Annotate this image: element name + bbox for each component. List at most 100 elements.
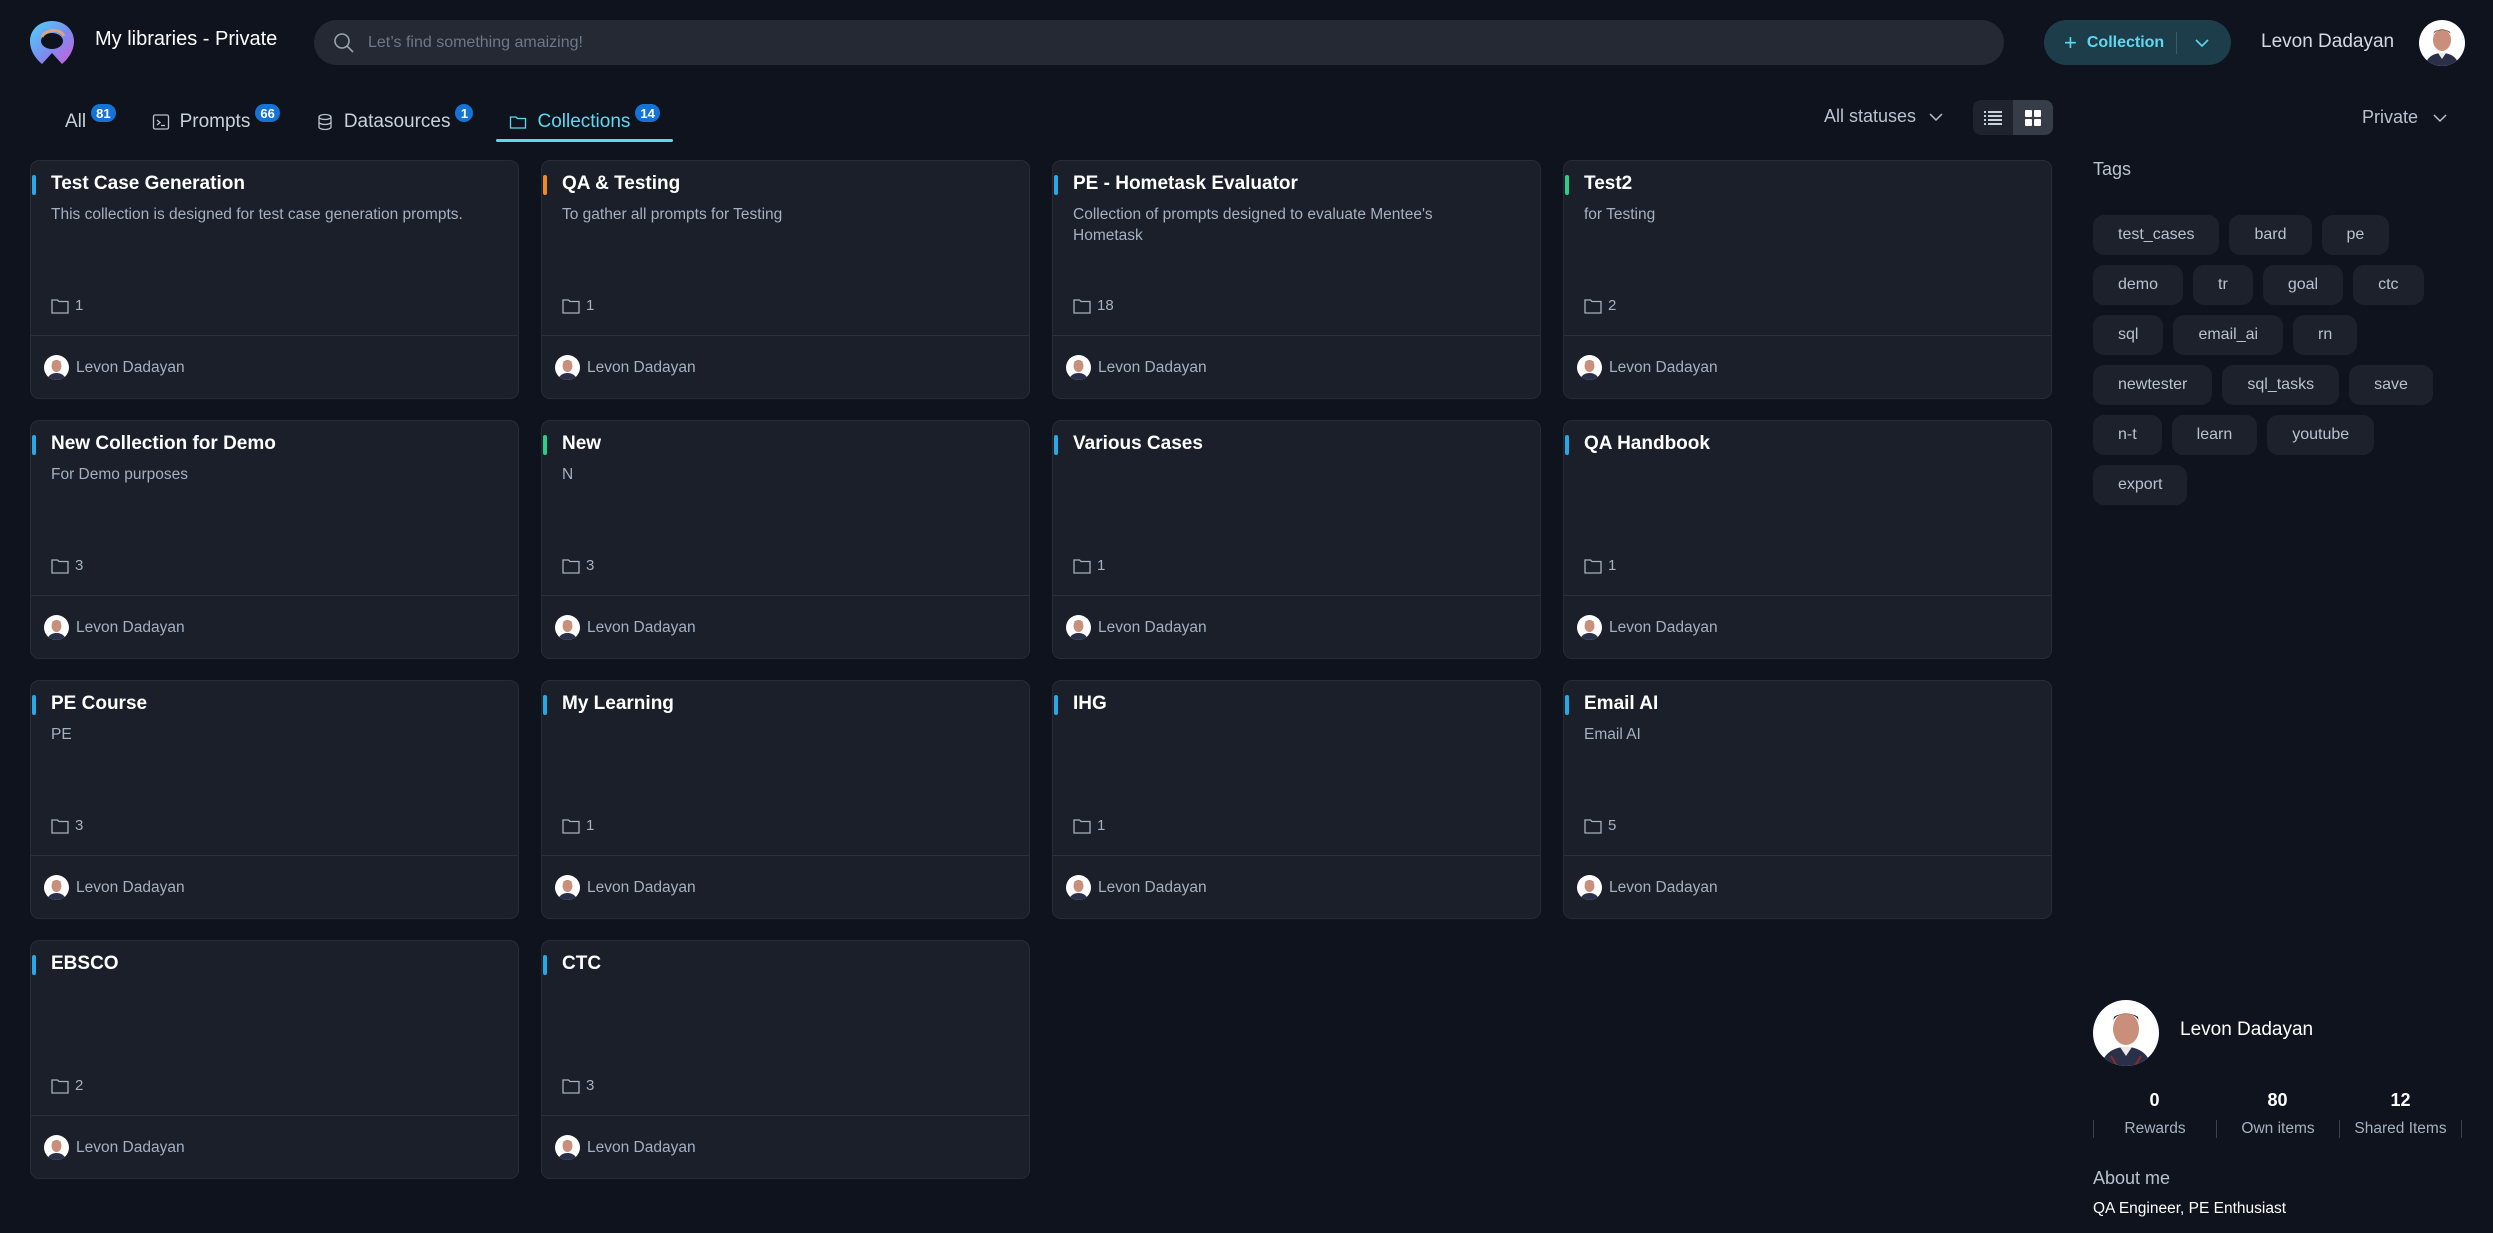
plus-icon: +: [2064, 29, 2077, 55]
collection-card[interactable]: IHG 1 Levon Dadayan: [1052, 680, 1541, 919]
count-value: 5: [1608, 817, 1617, 834]
collection-card[interactable]: New Collection for Demo For Demo purpose…: [30, 420, 519, 659]
tag-chip[interactable]: tr: [2193, 265, 2253, 305]
folder-icon: [51, 818, 69, 834]
collection-owner[interactable]: Levon Dadayan: [1577, 875, 1718, 900]
tab-prompts[interactable]: Prompts 66: [139, 104, 293, 140]
owner-name: Levon Dadayan: [1098, 878, 1207, 896]
tag-chip[interactable]: bard: [2229, 215, 2312, 255]
avatar: [555, 1135, 580, 1160]
collection-title: Test Case Generation: [51, 173, 245, 194]
avatar: [1066, 875, 1091, 900]
tag-chip[interactable]: youtube: [2267, 415, 2375, 455]
collection-card[interactable]: CTC 3 Levon Dadayan: [541, 940, 1030, 1179]
stat-label: Own items: [2216, 1120, 2339, 1138]
tab-label: Datasources: [343, 111, 451, 132]
stat-value: 12: [2390, 1090, 2411, 1110]
tab-collections[interactable]: Collections 14: [496, 104, 674, 142]
tag-chip[interactable]: newtester: [2093, 365, 2213, 405]
stat-label: Rewards: [2093, 1120, 2216, 1138]
user-name[interactable]: Levon Dadayan: [2261, 31, 2394, 53]
count-value: 2: [1608, 297, 1617, 314]
collection-owner[interactable]: Levon Dadayan: [555, 355, 696, 380]
collection-card[interactable]: New N 3 Levon Dadayan: [541, 420, 1030, 659]
terminal-icon: [152, 114, 169, 130]
collection-owner[interactable]: Levon Dadayan: [1066, 355, 1207, 380]
collection-card[interactable]: EBSCO 2 Levon Dadayan: [30, 940, 519, 1179]
card-divider: [1053, 595, 1540, 596]
collection-owner[interactable]: Levon Dadayan: [44, 875, 185, 900]
collection-card[interactable]: PE Course PE 3 Levon Dadayan: [30, 680, 519, 919]
status-filter-dropdown[interactable]: All statuses: [1824, 106, 1944, 127]
folder-icon: [562, 298, 580, 314]
collection-owner[interactable]: Levon Dadayan: [1066, 875, 1207, 900]
status-accent-bar: [1054, 435, 1058, 455]
owner-name: Levon Dadayan: [1609, 618, 1718, 636]
tag-chip[interactable]: export: [2093, 465, 2188, 505]
chevron-down-icon: [2433, 113, 2447, 122]
collection-owner[interactable]: Levon Dadayan: [1066, 615, 1207, 640]
collection-owner[interactable]: Levon Dadayan: [1577, 615, 1718, 640]
grid-view-button[interactable]: [2013, 100, 2053, 135]
collection-owner[interactable]: Levon Dadayan: [555, 1135, 696, 1160]
folder-icon: [562, 818, 580, 834]
count-value: 2: [75, 1077, 84, 1094]
collection-card[interactable]: QA Handbook 1 Levon Dadayan: [1563, 420, 2052, 659]
tag-chip[interactable]: demo: [2093, 265, 2184, 305]
collection-card[interactable]: PE - Hometask Evaluator Collection of pr…: [1052, 160, 1541, 399]
collection-card[interactable]: Test2 for Testing 2 Levon Dadayan: [1563, 160, 2052, 399]
search-bar[interactable]: [314, 20, 2004, 65]
tag-chip[interactable]: test_cases: [2093, 215, 2220, 255]
tag-chip[interactable]: ctc: [2353, 265, 2424, 305]
tag-chip[interactable]: learn: [2171, 415, 2258, 455]
collection-description: For Demo purposes: [51, 466, 188, 483]
profile-avatar[interactable]: [2093, 1000, 2159, 1066]
collection-title: QA & Testing: [562, 173, 681, 194]
tag-chip[interactable]: rn: [2293, 315, 2358, 355]
collection-title: New: [562, 433, 602, 454]
tag-chip[interactable]: sql_tasks: [2222, 365, 2340, 405]
status-accent-bar: [543, 435, 547, 455]
tag-chip[interactable]: pe: [2321, 215, 2390, 255]
card-divider: [542, 855, 1029, 856]
tag-chip[interactable]: goal: [2262, 265, 2344, 305]
avatar: [1066, 355, 1091, 380]
stat-shared-items: 12 Shared Items: [2339, 1090, 2462, 1138]
status-accent-bar: [32, 695, 36, 715]
tab-all[interactable]: All 81: [40, 104, 129, 140]
collection-title: IHG: [1073, 693, 1107, 714]
stat-rewards: 0 Rewards: [2093, 1090, 2216, 1138]
list-icon: [1984, 110, 2002, 125]
add-options-dropdown[interactable]: [2177, 20, 2227, 65]
status-accent-bar: [1565, 695, 1569, 715]
collection-card[interactable]: QA & Testing To gather all prompts for T…: [541, 160, 1030, 399]
search-input[interactable]: [368, 33, 1968, 52]
tag-chip[interactable]: sql: [2093, 315, 2164, 355]
collection-card[interactable]: My Learning 1 Levon Dadayan: [541, 680, 1030, 919]
collection-item-count: 2: [1584, 297, 1616, 314]
tag-chip[interactable]: email_ai: [2173, 315, 2284, 355]
collection-owner[interactable]: Levon Dadayan: [555, 615, 696, 640]
user-avatar[interactable]: [2419, 20, 2465, 66]
tab-datasources[interactable]: Datasources 1: [303, 104, 487, 140]
collection-item-count: 18: [1073, 297, 1114, 314]
status-accent-bar: [543, 695, 547, 715]
collection-owner[interactable]: Levon Dadayan: [1577, 355, 1718, 380]
collection-card[interactable]: Email AI Email AI 5 Levon Dadayan: [1563, 680, 2052, 919]
app-logo-icon[interactable]: [28, 19, 76, 65]
visibility-filter-dropdown[interactable]: Private: [2362, 107, 2448, 128]
add-collection-button[interactable]: + Collection: [2044, 20, 2176, 65]
tag-chip[interactable]: n-t: [2093, 415, 2162, 455]
folder-icon: [51, 1078, 69, 1094]
list-view-button[interactable]: [1973, 100, 2013, 135]
collection-item-count: 1: [1073, 557, 1105, 574]
collection-card[interactable]: Test Case Generation This collection is …: [30, 160, 519, 399]
collection-card[interactable]: Various Cases 1 Levon Dadayan: [1052, 420, 1541, 659]
collection-owner[interactable]: Levon Dadayan: [44, 615, 185, 640]
count-value: 1: [586, 297, 595, 314]
collection-owner[interactable]: Levon Dadayan: [44, 355, 185, 380]
tag-chip[interactable]: save: [2349, 365, 2433, 405]
stat-own-items: 80 Own items: [2216, 1090, 2339, 1138]
collection-owner[interactable]: Levon Dadayan: [44, 1135, 185, 1160]
collection-owner[interactable]: Levon Dadayan: [555, 875, 696, 900]
